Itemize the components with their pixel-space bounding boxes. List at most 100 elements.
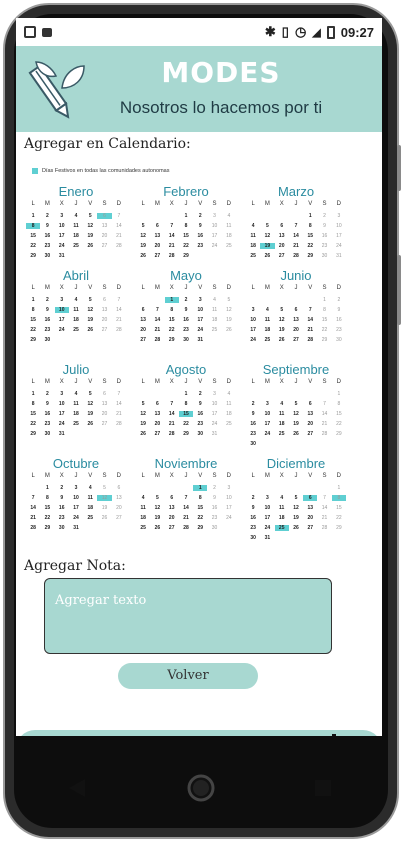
day-cell[interactable]: 28 xyxy=(112,421,126,427)
day-cell[interactable]: 18 xyxy=(69,233,83,239)
day-cell[interactable]: 18 xyxy=(275,515,289,521)
day-cell[interactable]: 12 xyxy=(136,233,150,239)
day-cell[interactable]: 30 xyxy=(246,535,260,541)
day-cell[interactable]: 6 xyxy=(165,495,179,501)
day-cell[interactable]: 13 xyxy=(136,317,150,323)
day-cell[interactable]: 8 xyxy=(179,401,193,407)
day-cell[interactable]: 7 xyxy=(112,213,126,219)
day-cell[interactable]: 11 xyxy=(222,223,236,229)
day-cell[interactable]: 29 xyxy=(179,253,193,259)
day-cell[interactable]: 20 xyxy=(303,421,317,427)
day-cell[interactable]: 3 xyxy=(260,401,274,407)
day-cell[interactable]: 22 xyxy=(332,515,346,521)
day-cell[interactable]: 27 xyxy=(150,253,164,259)
day-cell[interactable]: 12 xyxy=(275,317,289,323)
day-cell[interactable]: 10 xyxy=(260,411,274,417)
nav-settings[interactable] xyxy=(317,732,357,736)
day-cell[interactable]: 23 xyxy=(193,421,207,427)
nav-home[interactable] xyxy=(41,732,81,736)
day-cell[interactable]: 15 xyxy=(179,233,193,239)
day-cell[interactable]: 22 xyxy=(179,243,193,249)
day-cell[interactable]: 16 xyxy=(246,421,260,427)
day-cell[interactable]: 26 xyxy=(136,253,150,259)
day-cell[interactable]: 27 xyxy=(165,525,179,531)
day-cell[interactable]: 21 xyxy=(289,243,303,249)
day-cell[interactable]: 17 xyxy=(207,411,221,417)
day-cell[interactable]: 7 xyxy=(317,495,331,501)
day-cell[interactable]: 22 xyxy=(26,421,40,427)
day-cell[interactable]: 6 xyxy=(275,223,289,229)
day-cell[interactable]: 28 xyxy=(165,253,179,259)
nav-education[interactable] xyxy=(179,732,219,736)
day-cell[interactable]: 22 xyxy=(179,421,193,427)
day-cell[interactable]: 21 xyxy=(165,243,179,249)
day-cell[interactable]: 9 xyxy=(207,495,221,501)
day-cell[interactable]: 17 xyxy=(222,505,236,511)
day-cell[interactable]: 1 xyxy=(179,391,193,397)
day-cell[interactable]: 18 xyxy=(260,327,274,333)
day-cell[interactable]: 2 xyxy=(179,297,193,303)
day-cell[interactable]: 13 xyxy=(303,411,317,417)
day-cell[interactable]: 25 xyxy=(275,431,289,437)
day-cell[interactable]: 7 xyxy=(165,223,179,229)
day-cell[interactable]: 4 xyxy=(136,495,150,501)
day-cell[interactable]: 16 xyxy=(193,233,207,239)
day-cell[interactable]: 8 xyxy=(26,307,40,313)
day-cell[interactable]: 26 xyxy=(83,327,97,333)
day-cell[interactable]: 8 xyxy=(303,223,317,229)
day-cell[interactable]: 4 xyxy=(260,307,274,313)
day-cell[interactable]: 13 xyxy=(165,505,179,511)
day-cell[interactable]: 6 xyxy=(150,401,164,407)
day-cell[interactable]: 24 xyxy=(55,327,69,333)
day-cell[interactable]: 2 xyxy=(332,297,346,303)
day-cell[interactable]: 4 xyxy=(222,213,236,219)
day-cell[interactable]: 10 xyxy=(55,223,69,229)
day-cell[interactable]: 16 xyxy=(332,317,346,323)
day-cell[interactable]: 4 xyxy=(246,223,260,229)
day-cell[interactable]: 10 xyxy=(222,495,236,501)
day-cell[interactable]: 11 xyxy=(136,505,150,511)
day-cell[interactable]: 12 xyxy=(83,401,97,407)
day-cell[interactable]: 9 xyxy=(193,401,207,407)
day-cell[interactable]: 23 xyxy=(179,327,193,333)
day-cell[interactable]: 3 xyxy=(207,391,221,397)
day-cell[interactable]: 24 xyxy=(55,421,69,427)
day-cell[interactable]: 31 xyxy=(55,253,69,259)
day-cell[interactable]: 8 xyxy=(165,307,179,313)
day-cell[interactable]: 29 xyxy=(40,525,54,531)
day-cell[interactable]: 14 xyxy=(112,401,126,407)
day-cell[interactable]: 6 xyxy=(289,307,303,313)
day-cell[interactable]: 11 xyxy=(69,401,83,407)
day-cell[interactable]: 27 xyxy=(136,337,150,343)
day-cell[interactable]: 20 xyxy=(97,317,111,323)
recents-square-icon[interactable] xyxy=(313,778,333,798)
day-cell[interactable]: 17 xyxy=(55,317,69,323)
day-cell[interactable]: 14 xyxy=(26,505,40,511)
day-cell[interactable]: 1 xyxy=(317,297,331,303)
day-cell[interactable]: 5 xyxy=(83,391,97,397)
day-cell[interactable]: 16 xyxy=(317,233,331,239)
day-cell[interactable]: 30 xyxy=(207,525,221,531)
day-cell[interactable]: 28 xyxy=(289,253,303,259)
day-cell[interactable]: 13 xyxy=(97,307,111,313)
day-cell[interactable]: 29 xyxy=(26,431,40,437)
day-cell[interactable]: 16 xyxy=(40,233,54,239)
day-cell[interactable]: 16 xyxy=(40,411,54,417)
day-cell[interactable]: 20 xyxy=(97,233,111,239)
day-cell[interactable]: 3 xyxy=(69,485,83,491)
day-cell[interactable]: 15 xyxy=(178,411,194,417)
day-cell[interactable]: 2 xyxy=(207,485,221,491)
day-cell[interactable]: 17 xyxy=(207,233,221,239)
day-cell[interactable]: 2 xyxy=(55,485,69,491)
day-cell[interactable]: 5 xyxy=(260,223,274,229)
day-cell[interactable]: 4 xyxy=(222,391,236,397)
day-cell[interactable]: 22 xyxy=(26,327,40,333)
day-cell[interactable]: 30 xyxy=(246,441,260,447)
day-cell[interactable]: 3 xyxy=(332,213,346,219)
day-cell[interactable]: 13 xyxy=(97,223,111,229)
day-cell[interactable]: 14 xyxy=(165,233,179,239)
day-cell[interactable]: 3 xyxy=(55,297,69,303)
day-cell[interactable]: 10 xyxy=(246,317,260,323)
day-cell[interactable]: 25 xyxy=(69,243,83,249)
day-cell[interactable]: 24 xyxy=(260,525,274,531)
